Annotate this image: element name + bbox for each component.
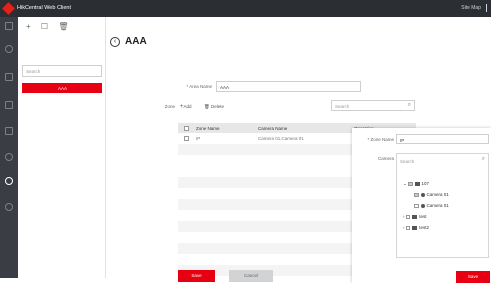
row-checkbox[interactable] xyxy=(184,136,189,141)
tree-node-camera[interactable]: Camera 01 xyxy=(414,192,449,198)
zone-name-input[interactable]: IP xyxy=(396,134,489,144)
checkbox[interactable] xyxy=(408,181,413,187)
tree-search-input[interactable]: Search xyxy=(22,65,102,77)
popup-save-button[interactable]: Save xyxy=(456,271,490,283)
settings-icon[interactable] xyxy=(5,203,13,211)
edit-icon[interactable]: ☐ xyxy=(41,22,48,31)
column-header-camera-name: Camera Name xyxy=(258,126,288,131)
tree-item-aaa[interactable]: AAA xyxy=(22,83,102,93)
side-nav xyxy=(0,17,18,278)
add-zone-button[interactable]: +Add xyxy=(180,104,192,110)
cancel-button[interactable]: Cancel xyxy=(229,270,273,282)
search-icon: ⌕ xyxy=(481,156,485,162)
home-icon[interactable] xyxy=(5,22,13,30)
checkbox[interactable] xyxy=(414,192,419,198)
grid-icon[interactable] xyxy=(5,101,13,109)
delete-zone-button[interactable]: 🗑 Delete xyxy=(204,104,224,110)
edit-zone-popup: * Zone Name IP Camera Search ⌕ ⌄ 107 Cam… xyxy=(352,128,491,283)
camera-tree-panel: Search ⌕ ⌄ 107 Camera 01 Camera 01 › tes… xyxy=(396,153,489,258)
save-button[interactable]: Save xyxy=(178,270,215,282)
tree-node-test[interactable]: › test xyxy=(403,214,427,220)
monitor-icon[interactable] xyxy=(5,73,13,81)
area-tree-panel: + ☐ 🗑 Search AAA xyxy=(18,17,106,278)
camera-icon xyxy=(420,203,425,208)
checkbox[interactable] xyxy=(414,203,419,209)
tree-node-camera[interactable]: Camera 01 xyxy=(414,203,449,209)
app-title: HikCentral Web Client xyxy=(17,5,72,11)
column-header-zone-name: Zone Name xyxy=(196,126,220,131)
search-icon: ⌕ xyxy=(407,102,411,108)
camera-label: Camera xyxy=(377,156,394,161)
area-name-input[interactable]: AAA xyxy=(216,81,361,92)
add-icon[interactable]: + xyxy=(26,22,31,31)
select-all-checkbox[interactable] xyxy=(184,125,189,131)
folder-icon xyxy=(412,225,418,230)
hikcentral-logo xyxy=(2,2,15,15)
tree-toolbar: + ☐ 🗑 xyxy=(26,22,76,31)
zone-name-cell: IP xyxy=(196,136,201,141)
zone-name-label: * Zone Name xyxy=(367,137,394,142)
zone-label: Zone xyxy=(164,104,175,109)
contacts-icon[interactable] xyxy=(5,177,13,185)
top-bar: HikCentral Web Client Site Map xyxy=(0,0,491,17)
shield-icon[interactable] xyxy=(5,153,13,161)
checkbox[interactable] xyxy=(405,225,411,231)
eye-icon[interactable] xyxy=(5,45,13,53)
back-button[interactable]: ‹ xyxy=(110,37,120,47)
zone-search-input[interactable]: Search ⌕ xyxy=(331,100,415,111)
folder-icon xyxy=(414,181,420,186)
camera-name-cell: Camera 01,Camera 01 xyxy=(258,136,304,141)
page-title: AAA xyxy=(125,36,147,47)
camera-search-input[interactable]: Search ⌕ xyxy=(399,156,486,166)
tree-node-test2[interactable]: › test2 xyxy=(403,225,429,231)
folder-icon xyxy=(412,214,418,219)
camera-icon xyxy=(420,192,425,197)
delete-icon[interactable]: 🗑 xyxy=(58,22,68,31)
book-icon[interactable] xyxy=(5,127,13,135)
trash-icon: 🗑 xyxy=(204,104,211,109)
topbar-divider xyxy=(486,4,487,12)
site-map-link[interactable]: Site Map xyxy=(461,5,481,11)
tree-node-107[interactable]: ⌄ 107 xyxy=(403,181,429,187)
area-name-label: * Area Name xyxy=(186,84,212,89)
checkbox[interactable] xyxy=(405,214,411,220)
main-content: ‹ AAA * Area Name AAA Zone +Add 🗑 Delete… xyxy=(106,17,491,283)
